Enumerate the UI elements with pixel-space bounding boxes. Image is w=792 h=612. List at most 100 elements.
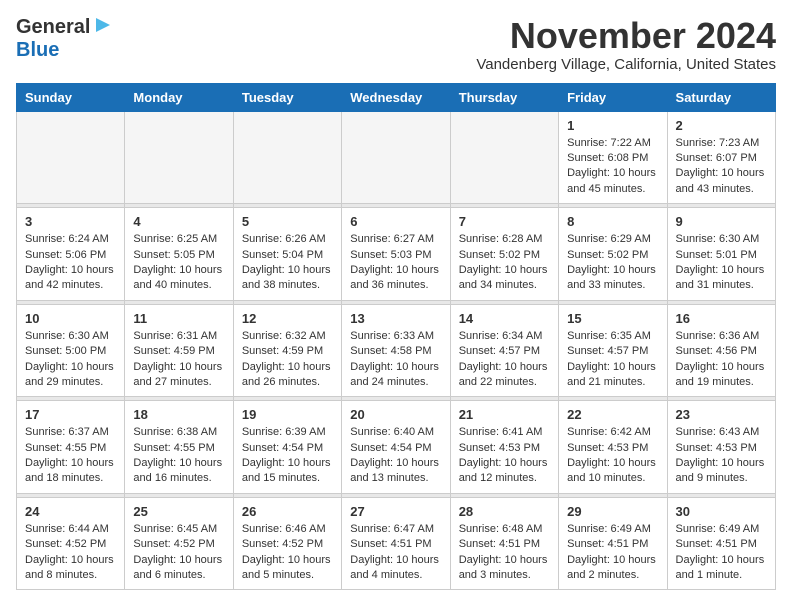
day-number: 12 (242, 311, 333, 326)
day-number: 25 (133, 504, 224, 519)
month-title: November 2024 (476, 16, 776, 56)
day-number: 26 (242, 504, 333, 519)
day-info: Sunrise: 6:26 AM Sunset: 5:04 PM Dayligh… (242, 232, 333, 294)
day-number: 15 (567, 311, 658, 326)
calendar-week-row: 3Sunrise: 6:24 AM Sunset: 5:06 PM Daylig… (17, 208, 776, 301)
day-number: 10 (25, 311, 116, 326)
calendar-cell: 12 Sunrise: 6:32 AM Sunset: 4:59 PM Dayli… (233, 304, 341, 397)
day-number: 1 (567, 118, 658, 133)
weekday-header-saturday: Saturday (667, 83, 775, 111)
day-number: 21 (459, 407, 550, 422)
day-info: Sunrise: 6:48 AM Sunset: 4:51 PM Dayligh… (459, 522, 550, 584)
day-info: Sunrise: 6:36 AM Sunset: 4:56 PM Dayligh… (676, 329, 767, 391)
calendar-cell: 25 Sunrise: 6:45 AM Sunset: 4:52 PM Dayli… (125, 497, 233, 590)
calendar-cell: 19 Sunrise: 6:39 AM Sunset: 4:54 PM Dayli… (233, 401, 341, 494)
day-number: 20 (350, 407, 441, 422)
calendar-cell: 11 Sunrise: 6:31 AM Sunset: 4:59 PM Dayli… (125, 304, 233, 397)
calendar-cell: 9 Sunrise: 6:30 AM Sunset: 5:01 PM Daylig… (667, 208, 775, 301)
calendar-cell: 15 Sunrise: 6:35 AM Sunset: 4:57 PM Dayli… (559, 304, 667, 397)
day-info: Sunrise: 6:28 AM Sunset: 5:02 PM Dayligh… (459, 232, 550, 294)
day-info: Sunrise: 6:42 AM Sunset: 4:53 PM Dayligh… (567, 425, 658, 487)
calendar-cell: 1Sunrise: 7:22 AM Sunset: 6:08 PM Daylig… (559, 111, 667, 204)
day-info: Sunrise: 6:31 AM Sunset: 4:59 PM Dayligh… (133, 329, 224, 391)
weekday-header-monday: Monday (125, 83, 233, 111)
calendar-cell: 20 Sunrise: 6:40 AM Sunset: 4:54 PM Dayli… (342, 401, 450, 494)
calendar-cell: 18Sunrise: 6:38 AM Sunset: 4:55 PM Dayli… (125, 401, 233, 494)
day-info: Sunrise: 6:32 AM Sunset: 4:59 PM Dayligh… (242, 329, 333, 391)
day-number: 4 (133, 214, 224, 229)
calendar-cell (125, 111, 233, 204)
day-info: Sunrise: 6:27 AM Sunset: 5:03 PM Dayligh… (350, 232, 441, 294)
day-number: 6 (350, 214, 441, 229)
calendar-cell (450, 111, 558, 204)
calendar-week-row: 24Sunrise: 6:44 AM Sunset: 4:52 PM Dayli… (17, 497, 776, 590)
day-info: Sunrise: 6:43 AM Sunset: 4:53 PM Dayligh… (676, 425, 767, 487)
calendar-cell: 29 Sunrise: 6:49 AM Sunset: 4:51 PM Dayli… (559, 497, 667, 590)
day-info: Sunrise: 6:40 AM Sunset: 4:54 PM Dayligh… (350, 425, 441, 487)
day-info: Sunrise: 6:41 AM Sunset: 4:53 PM Dayligh… (459, 425, 550, 487)
day-info: Sunrise: 6:35 AM Sunset: 4:57 PM Dayligh… (567, 329, 658, 391)
location-title: Vandenberg Village, California, United S… (476, 56, 776, 73)
day-number: 30 (676, 504, 767, 519)
day-number: 28 (459, 504, 550, 519)
day-info: Sunrise: 6:39 AM Sunset: 4:54 PM Dayligh… (242, 425, 333, 487)
title-section: November 2024 Vandenberg Village, Califo… (476, 16, 776, 73)
day-info: Sunrise: 6:30 AM Sunset: 5:01 PM Dayligh… (676, 232, 767, 294)
calendar-cell: 21 Sunrise: 6:41 AM Sunset: 4:53 PM Dayli… (450, 401, 558, 494)
calendar-week-row: 10 Sunrise: 6:30 AM Sunset: 5:00 PM Dayli… (17, 304, 776, 397)
calendar-cell: 28 Sunrise: 6:48 AM Sunset: 4:51 PM Dayli… (450, 497, 558, 590)
day-number: 13 (350, 311, 441, 326)
calendar-cell: 5 Sunrise: 6:26 AM Sunset: 5:04 PM Daylig… (233, 208, 341, 301)
calendar-table: SundayMondayTuesdayWednesdayThursdayFrid… (16, 83, 776, 591)
logo-arrow-icon (94, 16, 112, 39)
calendar-week-row: 1Sunrise: 7:22 AM Sunset: 6:08 PM Daylig… (17, 111, 776, 204)
weekday-header-row: SundayMondayTuesdayWednesdayThursdayFrid… (17, 83, 776, 111)
calendar-cell: 16Sunrise: 6:36 AM Sunset: 4:56 PM Dayli… (667, 304, 775, 397)
calendar-cell: 6 Sunrise: 6:27 AM Sunset: 5:03 PM Daylig… (342, 208, 450, 301)
day-info: Sunrise: 6:47 AM Sunset: 4:51 PM Dayligh… (350, 522, 441, 584)
day-number: 17 (25, 407, 116, 422)
day-info: Sunrise: 6:29 AM Sunset: 5:02 PM Dayligh… (567, 232, 658, 294)
day-info: Sunrise: 6:34 AM Sunset: 4:57 PM Dayligh… (459, 329, 550, 391)
logo: General Blue (16, 16, 112, 62)
day-number: 29 (567, 504, 658, 519)
day-number: 22 (567, 407, 658, 422)
day-number: 7 (459, 214, 550, 229)
calendar-cell: 24Sunrise: 6:44 AM Sunset: 4:52 PM Dayli… (17, 497, 125, 590)
page-header: General Blue November 2024 Vandenberg Vi… (16, 16, 776, 73)
day-number: 9 (676, 214, 767, 229)
weekday-header-wednesday: Wednesday (342, 83, 450, 111)
calendar-cell: 23 Sunrise: 6:43 AM Sunset: 4:53 PM Dayli… (667, 401, 775, 494)
day-info: Sunrise: 6:30 AM Sunset: 5:00 PM Dayligh… (25, 329, 116, 391)
weekday-header-tuesday: Tuesday (233, 83, 341, 111)
weekday-header-thursday: Thursday (450, 83, 558, 111)
calendar-cell: 13Sunrise: 6:33 AM Sunset: 4:58 PM Dayli… (342, 304, 450, 397)
day-number: 11 (133, 311, 224, 326)
calendar-cell: 10 Sunrise: 6:30 AM Sunset: 5:00 PM Dayli… (17, 304, 125, 397)
calendar-cell: 4 Sunrise: 6:25 AM Sunset: 5:05 PM Daylig… (125, 208, 233, 301)
day-info: Sunrise: 6:49 AM Sunset: 4:51 PM Dayligh… (567, 522, 658, 584)
calendar-cell: 27Sunrise: 6:47 AM Sunset: 4:51 PM Dayli… (342, 497, 450, 590)
weekday-header-sunday: Sunday (17, 83, 125, 111)
day-info: Sunrise: 6:38 AM Sunset: 4:55 PM Dayligh… (133, 425, 224, 487)
day-info: Sunrise: 6:45 AM Sunset: 4:52 PM Dayligh… (133, 522, 224, 584)
calendar-cell: 8 Sunrise: 6:29 AM Sunset: 5:02 PM Daylig… (559, 208, 667, 301)
day-number: 19 (242, 407, 333, 422)
logo-general: General (16, 16, 90, 39)
calendar-cell: 3Sunrise: 6:24 AM Sunset: 5:06 PM Daylig… (17, 208, 125, 301)
calendar-week-row: 17 Sunrise: 6:37 AM Sunset: 4:55 PM Dayli… (17, 401, 776, 494)
day-info: Sunrise: 6:46 AM Sunset: 4:52 PM Dayligh… (242, 522, 333, 584)
calendar-cell (342, 111, 450, 204)
day-number: 23 (676, 407, 767, 422)
day-number: 8 (567, 214, 658, 229)
calendar-cell: 2Sunrise: 7:23 AM Sunset: 6:07 PM Daylig… (667, 111, 775, 204)
day-info: Sunrise: 6:49 AM Sunset: 4:51 PM Dayligh… (676, 522, 767, 584)
day-number: 14 (459, 311, 550, 326)
calendar-cell: 7 Sunrise: 6:28 AM Sunset: 5:02 PM Daylig… (450, 208, 558, 301)
day-number: 5 (242, 214, 333, 229)
day-number: 2 (676, 118, 767, 133)
day-info: Sunrise: 6:37 AM Sunset: 4:55 PM Dayligh… (25, 425, 116, 487)
calendar-cell: 14 Sunrise: 6:34 AM Sunset: 4:57 PM Dayli… (450, 304, 558, 397)
day-info: Sunrise: 6:25 AM Sunset: 5:05 PM Dayligh… (133, 232, 224, 294)
calendar-cell: 26 Sunrise: 6:46 AM Sunset: 4:52 PM Dayli… (233, 497, 341, 590)
